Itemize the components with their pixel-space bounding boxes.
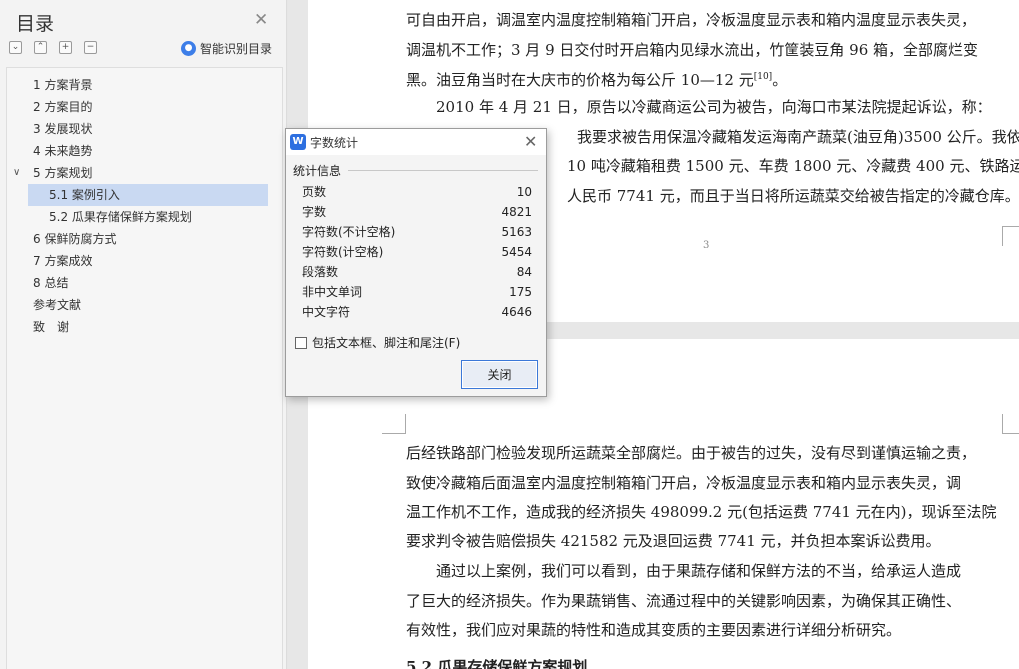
paragraph-line: 2010 年 4 月 21 日，原告以冷藏商运公司为被告，向海口市某法院提起诉讼… xyxy=(406,98,992,116)
stat-row: 非中文单词 175 xyxy=(302,282,532,302)
corner-mark xyxy=(382,414,406,434)
toc-item[interactable]: 4 未来趋势 xyxy=(33,140,92,162)
divider xyxy=(348,170,538,171)
stat-value: 4821 xyxy=(501,205,532,219)
add-heading-icon[interactable]: + xyxy=(59,41,72,54)
stat-row: 段落数 84 xyxy=(302,262,532,282)
toc-item-selected[interactable]: 5.1 案例引入 xyxy=(28,184,268,206)
stat-label: 页数 xyxy=(302,185,327,199)
stat-label: 非中文单词 xyxy=(302,285,363,299)
paragraph-line: 我要求被告用保温冷藏箱发运海南产蔬菜(油豆角)3500 公斤。我依 xyxy=(577,128,1019,146)
toc-sidebar: 目录 ✕ ⌄ ⌃ + − ● 智能识别目录 1 方案背景 2 方案目的 3 发展… xyxy=(0,0,287,669)
toc-item[interactable]: 致 谢 xyxy=(33,316,69,338)
paragraph-line: 10 吨冷藏箱租费 1500 元、车费 1800 元、冷藏费 400 元、铁路运 xyxy=(567,157,1019,175)
toc-item[interactable]: 参考文献 xyxy=(33,294,81,316)
stat-label: 段落数 xyxy=(302,265,339,279)
close-button[interactable]: 关闭 xyxy=(461,360,538,389)
toc-item[interactable]: 2 方案目的 xyxy=(33,96,92,118)
word-count-dialog: W 字数统计 ✕ 统计信息 页数 10 字数 4821 字符数(不计空格) 51… xyxy=(285,128,547,397)
collapse-all-icon[interactable]: ⌃ xyxy=(34,41,47,54)
checkbox-box[interactable] xyxy=(295,336,307,349)
stat-value: 5454 xyxy=(501,245,532,259)
dialog-titlebar[interactable]: W 字数统计 ✕ xyxy=(286,129,546,155)
stat-label: 字符数(计空格) xyxy=(302,245,384,259)
paragraph-line: 后经铁路部门检验发现所运蔬菜全部腐烂。由于被告的过失，没有尽到谨慎运输之责， xyxy=(406,444,977,462)
wps-logo-icon: W xyxy=(290,134,306,150)
stat-row: 字符数(不计空格) 5163 xyxy=(302,222,532,242)
stat-value: 10 xyxy=(516,185,532,199)
dialog-title: 字数统计 xyxy=(310,136,359,150)
smart-toc-button[interactable]: ● 智能识别目录 xyxy=(181,40,272,57)
checkbox-label: 包括文本框、脚注和尾注(F) xyxy=(312,336,461,350)
paragraph-line: 调温机不工作；3 月 9 日交付时开启箱内见绿水流出，竹筐装豆角 96 箱，全部… xyxy=(406,41,979,59)
toc-title: 目录 xyxy=(16,13,55,35)
paragraph-line: 要求判令被告赔偿损失 421582 元及退回运费 7741 元，并负担本案诉讼费… xyxy=(406,532,941,550)
toc-item[interactable]: 3 发展现状 xyxy=(33,118,92,140)
stat-label: 字符数(不计空格) xyxy=(302,225,396,239)
ai-icon: ● xyxy=(181,41,196,56)
stat-row: 页数 10 xyxy=(302,182,532,202)
paragraph-line: 致使冷藏箱后面温室内温度控制箱箱门开启，冷板温度显示表和箱内显示表失灵，调 xyxy=(406,474,962,492)
collapse-caret-icon[interactable]: ∨ xyxy=(13,167,20,178)
stat-row: 中文字符 4646 xyxy=(302,302,532,322)
smart-toc-label: 智能识别目录 xyxy=(200,42,273,56)
paragraph-line: 温工作机不工作，造成我的经济损失 498099.2 元(包括运费 7741 元在… xyxy=(406,503,997,521)
corner-mark xyxy=(1002,226,1019,246)
section-label: 统计信息 xyxy=(293,164,342,178)
stat-row: 字符数(计空格) 5454 xyxy=(302,242,532,262)
page-number: 3 xyxy=(703,240,710,251)
close-icon[interactable]: ✕ xyxy=(254,12,268,29)
toc-item[interactable]: 8 总结 xyxy=(33,272,68,294)
toc-item[interactable]: 7 方案成效 xyxy=(33,250,92,272)
stat-label: 中文字符 xyxy=(302,305,351,319)
paragraph-line: 人民币 7741 元，而且于当日将所运蔬菜交给被告指定的冷藏仓库。 xyxy=(567,187,1019,205)
paragraph-line: 有效性，我们应对果蔬的特性和造成其变质的主要因素进行详细分析研究。 xyxy=(406,621,902,639)
section-heading: 5.2 瓜果存储保鲜方案规划 xyxy=(406,658,588,669)
corner-mark xyxy=(1002,414,1019,434)
include-textbox-footnote-checkbox[interactable]: 包括文本框、脚注和尾注(F) xyxy=(295,334,460,351)
close-icon[interactable]: ✕ xyxy=(524,132,537,151)
toc-item[interactable]: 6 保鲜防腐方式 xyxy=(33,228,116,250)
stat-value: 4646 xyxy=(501,305,532,319)
citation-mark: [10] xyxy=(753,72,773,82)
toc-item[interactable]: 1 方案背景 xyxy=(33,74,92,96)
stat-label: 字数 xyxy=(302,205,327,219)
expand-all-icon[interactable]: ⌄ xyxy=(9,41,22,54)
stat-value: 175 xyxy=(509,285,532,299)
paragraph-line: 黑。油豆角当时在大庆市的价格为每公斤 10—12 元[10]。 xyxy=(406,71,788,89)
remove-heading-icon[interactable]: − xyxy=(84,41,97,54)
stat-value: 84 xyxy=(516,265,532,279)
paragraph-line: 了巨大的经济损失。作为果蔬销售、流通过程中的关键影响因素，为确保其正确性、 xyxy=(406,592,962,610)
stat-row: 字数 4821 xyxy=(302,202,532,222)
stat-value: 5163 xyxy=(501,225,532,239)
toc-item[interactable]: 5.2 瓜果存储保鲜方案规划 xyxy=(49,206,192,228)
paragraph-line: 可自由开启，调温室内温度控制箱箱门开启，冷板温度显示表和箱内温度显示表失灵， xyxy=(406,11,977,29)
toc-item[interactable]: 5 方案规划 xyxy=(33,162,92,184)
paragraph-line: 通过以上案例，我们可以看到，由于果蔬存储和保鲜方法的不当，给承运人造成 xyxy=(406,562,962,580)
toc-list: 1 方案背景 2 方案目的 3 发展现状 4 未来趋势 5 方案规划 5.1 案… xyxy=(6,67,283,669)
